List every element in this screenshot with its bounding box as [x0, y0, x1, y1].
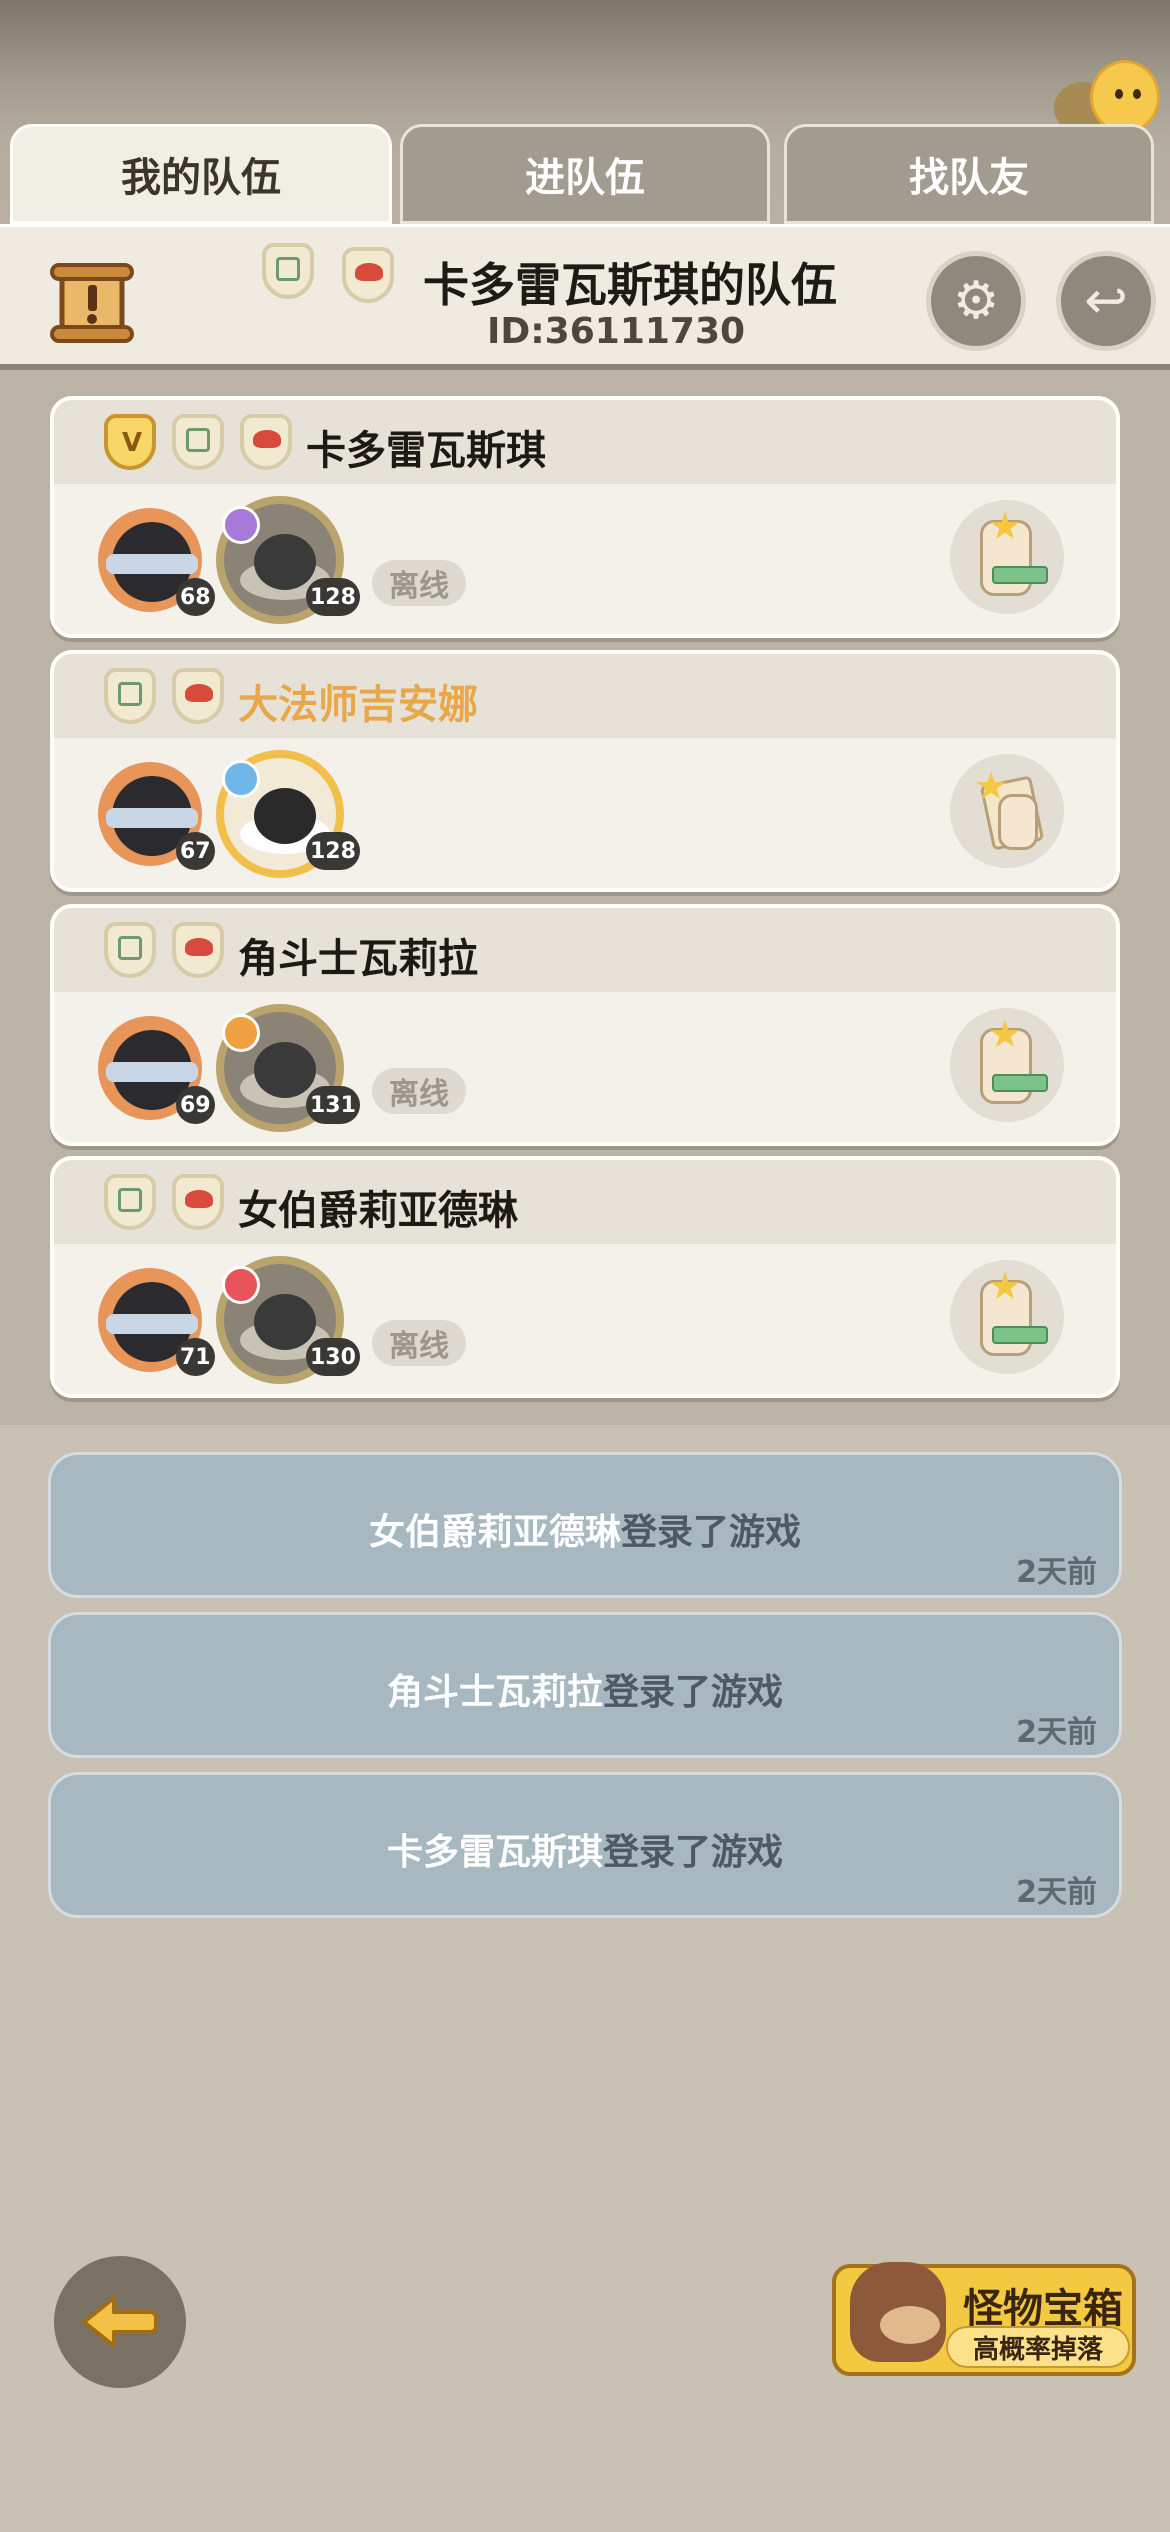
rank-badge-icon — [172, 1174, 224, 1230]
player-level: 131 — [306, 1086, 360, 1124]
chat-bubble-front-icon — [1090, 60, 1160, 134]
shield-badge-icon — [172, 414, 224, 470]
activity-message: 卡多雷瓦斯琪登录了游戏 — [51, 1823, 1119, 1875]
member-name-bar: 女伯爵莉亚德琳 — [54, 1160, 1116, 1244]
member-card[interactable]: 女伯爵莉亚德琳 71 130 离线 ★ — [50, 1156, 1120, 1398]
player-level: 130 — [306, 1338, 360, 1376]
exit-arrow-icon: ↩ — [1084, 271, 1128, 331]
member-name: 卡多雷瓦斯琪 — [306, 428, 546, 474]
activity-action: 登录了游戏 — [603, 1832, 784, 1873]
tab-join-team[interactable]: 进队伍 — [400, 124, 770, 224]
swap-button[interactable]: ★ — [950, 1008, 1064, 1122]
member-name: 大法师吉安娜 — [238, 682, 478, 728]
settings-button[interactable]: ⚙ — [926, 251, 1026, 351]
team-header: 卡多雷瓦斯琪的队伍 ID:36111730 ⚙ ↩ — [0, 224, 1170, 370]
team-rank-badge-icon — [342, 247, 394, 303]
tab-find-teammates[interactable]: 找队友 — [784, 124, 1154, 224]
member-name-bar: 大法师吉安娜 — [54, 654, 1116, 738]
gear-icon: ⚙ — [952, 271, 1000, 331]
player-level: 128 — [306, 832, 360, 870]
member-name-bar: 角斗士瓦莉拉 — [54, 908, 1116, 992]
activity-item: 角斗士瓦莉拉登录了游戏 2天前 — [48, 1612, 1122, 1758]
member-name-bar: V 卡多雷瓦斯琪 — [54, 400, 1116, 484]
chest-subtitle: 高概率掉落 — [946, 2326, 1130, 2368]
team-shield-badge-icon — [262, 243, 314, 299]
notice-scroll-icon[interactable] — [44, 255, 140, 351]
monster-chest-button[interactable]: 怪物宝箱 高概率掉落 — [832, 2262, 1136, 2376]
rank-badge-icon — [172, 668, 224, 724]
member-name: 角斗士瓦莉拉 — [238, 936, 478, 982]
pet-level: 68 — [176, 578, 215, 616]
shield-badge-icon — [104, 668, 156, 724]
captain-badge-icon: V — [104, 414, 156, 470]
activity-message: 女伯爵莉亚德琳登录了游戏 — [51, 1503, 1119, 1555]
member-card[interactable]: 角斗士瓦莉拉 69 131 离线 ★ — [50, 904, 1120, 1146]
pet-level: 67 — [176, 832, 215, 870]
activity-message: 角斗士瓦莉拉登录了游戏 — [51, 1663, 1119, 1715]
back-arrow-icon — [82, 2296, 158, 2348]
shield-badge-icon — [104, 922, 156, 978]
rank-badge-icon — [172, 922, 224, 978]
swap-button[interactable]: ★ — [950, 1260, 1064, 1374]
card-button[interactable]: ★ — [950, 754, 1064, 868]
element-icon — [222, 506, 260, 544]
activity-player: 卡多雷瓦斯琪 — [386, 1832, 603, 1873]
rank-badge-icon — [240, 414, 292, 470]
member-card[interactable]: V 卡多雷瓦斯琪 68 128 离线 ★ — [50, 396, 1120, 638]
element-icon — [222, 1014, 260, 1052]
status-badge: 离线 — [372, 1320, 466, 1366]
activity-player: 角斗士瓦莉拉 — [386, 1672, 603, 1713]
member-card[interactable]: 大法师吉安娜 67 128 ★ — [50, 650, 1120, 892]
member-name: 女伯爵莉亚德琳 — [238, 1188, 518, 1234]
activity-item: 卡多雷瓦斯琪登录了游戏 2天前 — [48, 1772, 1122, 1918]
activity-action: 登录了游戏 — [603, 1672, 784, 1713]
swap-button[interactable]: ★ — [950, 500, 1064, 614]
shield-badge-icon — [104, 1174, 156, 1230]
tab-bar: 我的队伍 进队伍 找队友 — [0, 124, 1170, 224]
activity-time: 2天前 — [1016, 1555, 1097, 1590]
boar-icon — [850, 2262, 946, 2362]
tab-my-team[interactable]: 我的队伍 — [10, 124, 392, 224]
pet-level: 69 — [176, 1086, 215, 1124]
team-id: ID:36111730 — [487, 311, 746, 352]
player-level: 128 — [306, 578, 360, 616]
activity-item: 女伯爵莉亚德琳登录了游戏 2天前 — [48, 1452, 1122, 1598]
team-title: 卡多雷瓦斯琪的队伍 — [423, 258, 837, 312]
element-icon — [222, 760, 260, 798]
leave-team-button[interactable]: ↩ — [1056, 251, 1156, 351]
back-button[interactable] — [54, 2256, 186, 2388]
status-badge: 离线 — [372, 1068, 466, 1114]
element-icon — [222, 1266, 260, 1304]
activity-time: 2天前 — [1016, 1715, 1097, 1750]
activity-player: 女伯爵莉亚德琳 — [368, 1512, 621, 1553]
activity-action: 登录了游戏 — [621, 1512, 802, 1553]
pet-level: 71 — [176, 1338, 215, 1376]
status-badge: 离线 — [372, 560, 466, 606]
activity-time: 2天前 — [1016, 1875, 1097, 1910]
